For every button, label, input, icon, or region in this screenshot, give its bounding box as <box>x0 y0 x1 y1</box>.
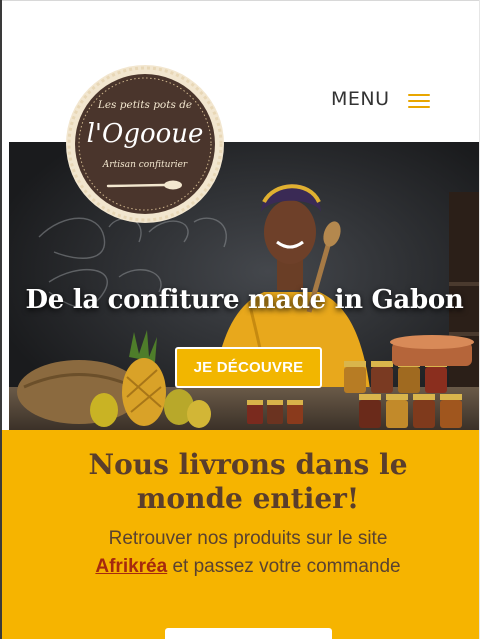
logo-line-1: Les petits pots de <box>97 99 192 111</box>
hamburger-bar-middle <box>408 100 430 102</box>
shipping-description: Retrouver nos produits sur le site Afrik… <box>20 525 476 581</box>
menu-label[interactable]: MENU <box>331 88 390 110</box>
hero-title: De la confiture made in Gabon <box>25 285 464 315</box>
logo-line-3: Artisan confiturier <box>102 160 188 170</box>
hamburger-bar-top <box>408 94 430 96</box>
page-left-border <box>0 0 2 639</box>
shipping-text-after: et passez votre commande <box>172 556 401 577</box>
shipping-title-line-2: monde entier! <box>136 482 360 515</box>
discover-button[interactable]: JE DÉCOUVRE <box>175 347 322 388</box>
hamburger-icon[interactable] <box>408 92 430 110</box>
afrikrea-link[interactable]: Afrikréa <box>95 556 167 577</box>
shipping-title-line-1: Nous livrons dans le <box>88 448 408 481</box>
fruit-3 <box>187 400 211 428</box>
site-logo[interactable]: Les petits pots de l'Ogooue Artisan conf… <box>63 64 227 224</box>
shipping-title: Nous livrons dans le monde entier! <box>20 448 476 516</box>
page-top-border <box>0 0 480 1</box>
logo-line-2: l'Ogooue <box>87 119 204 149</box>
copper-pot <box>390 335 474 366</box>
worldwide-shipping-section: Nous livrons dans le monde entier! Retro… <box>0 430 480 639</box>
hamburger-bar-bottom <box>408 106 430 108</box>
next-section-card <box>165 628 332 639</box>
fruit-1 <box>90 393 118 427</box>
shipping-text-before: Retrouver nos produits sur le site <box>108 528 388 549</box>
